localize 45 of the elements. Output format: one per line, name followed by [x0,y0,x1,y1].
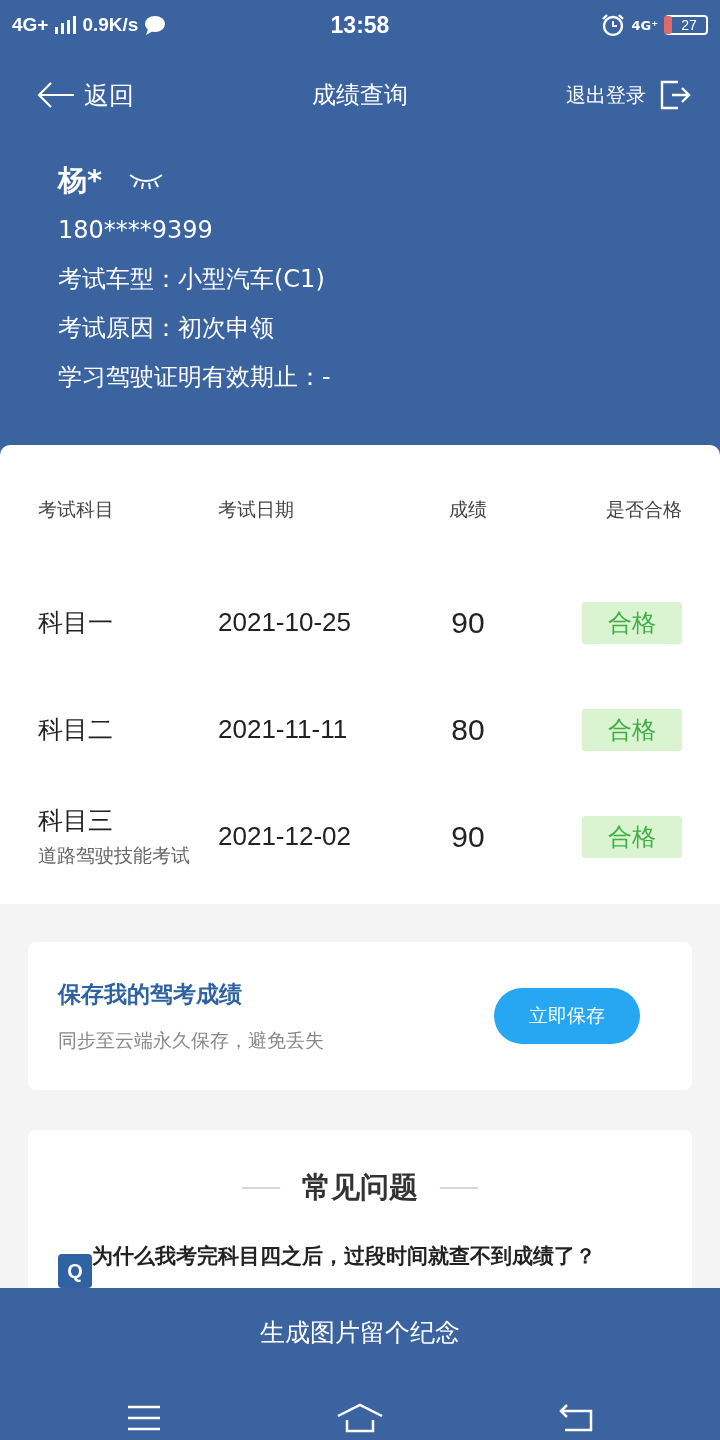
network-speed: 0.9K/s [82,14,139,36]
alarm-clock-icon [601,13,626,37]
column-header: 成绩 [448,497,488,522]
network-type: 4G⁺ [631,17,658,33]
faq-question[interactable]: 为什么我考完科目四之后，过段时间就查不到成绩了？ [92,1242,596,1270]
exam-date: 2021-12-02 [218,821,352,852]
result-tag: 合格 [582,708,682,751]
back-icon[interactable] [558,1404,593,1432]
column-header: 考试科目 [38,497,115,522]
signal-icon [54,16,77,34]
network-type: 4G+ [12,14,49,36]
exam-date: 2021-11-11 [218,714,349,745]
back-button[interactable]: 返回 [36,78,134,112]
profile-info: 学习驾驶证明有效期止：- [58,362,332,393]
page-title: 成绩查询 [311,80,409,111]
save-subtitle: 同步至云端永久保存，避免丢失 [58,1027,324,1053]
clock-time: 13:58 [329,11,391,39]
back-arrow-icon [36,81,76,109]
exam-score: 90 [450,605,486,640]
logout-button[interactable]: 退出登录 [566,80,692,110]
exam-score: 90 [450,819,486,854]
menu-icon[interactable] [127,1405,162,1431]
exam-score: 80 [450,712,486,747]
phone-number: 180****9399 [58,215,214,246]
save-title: 保存我的驾考成绩 [58,979,243,1009]
column-header: 考试日期 [218,497,295,522]
subject-note: 道路驾驶技能考试 [38,843,191,868]
result-tag: 合格 [582,815,682,858]
profile-info: 考试车型：小型汽车(C1) [58,264,326,295]
question-icon: Q [58,1254,92,1288]
battery-icon: 27 [664,15,708,35]
faq-title: 常见问题 [302,1169,418,1206]
subject-name: 科目一 [38,607,114,639]
logout-icon [660,80,692,110]
exam-date: 2021-10-25 [218,607,352,638]
profile-info: 考试原因：初次申领 [58,313,275,344]
subject-name: 科目二 [38,714,114,746]
subject-name: 科目三 [38,805,114,837]
user-name: 杨* [58,162,103,199]
chat-bubble-icon [144,15,167,35]
result-tag: 合格 [582,601,682,644]
closed-eye-icon[interactable] [128,171,165,191]
column-header: 是否合格 [605,497,682,522]
generate-image-button[interactable]: 生成图片留个纪念 [0,1288,720,1376]
home-icon[interactable] [336,1403,384,1433]
